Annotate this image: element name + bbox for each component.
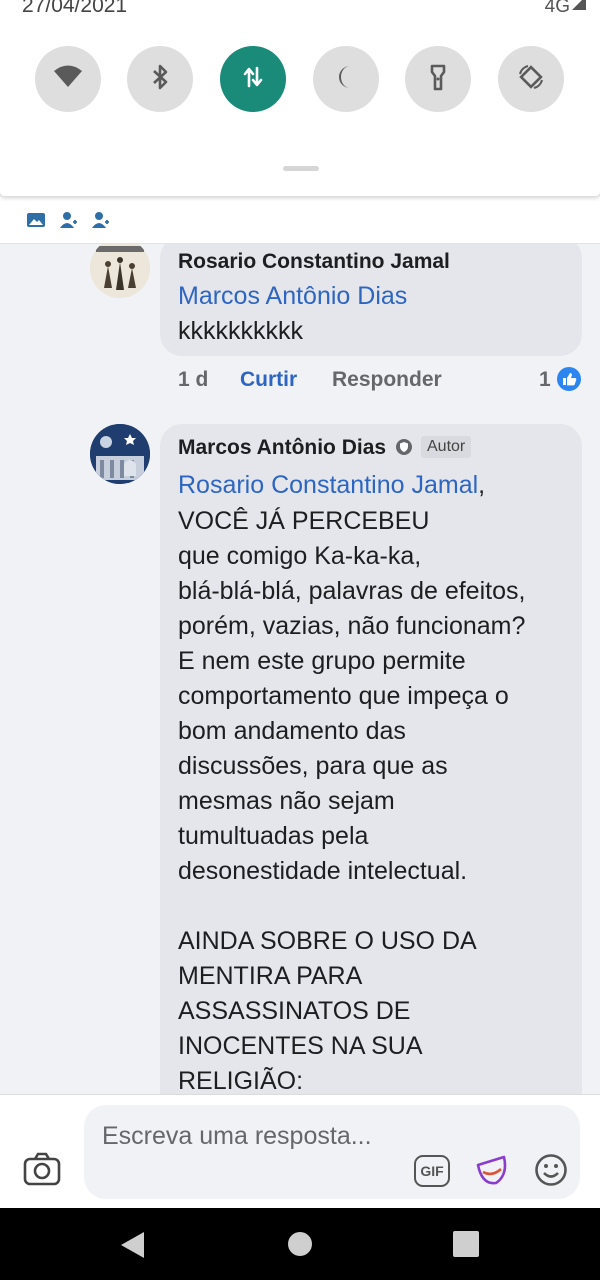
- comment-author[interactable]: Rosario Constantino Jamal: [178, 250, 450, 274]
- comment-mention-line: Rosario Constantino Jamal,: [178, 468, 485, 503]
- camera-icon[interactable]: [22, 1151, 62, 1187]
- tag-person-icon[interactable]: [90, 210, 110, 230]
- auto-rotate-icon: [516, 62, 546, 97]
- author-badge: Autor: [421, 436, 472, 458]
- bluetooth-icon: [145, 62, 175, 97]
- comment-mention[interactable]: Marcos Antônio Dias: [178, 282, 407, 311]
- wifi-icon: [53, 62, 83, 97]
- quick-settings-panel: 27/04/2021 4G: [0, 0, 600, 196]
- comment-author[interactable]: Marcos Antônio Dias: [178, 436, 386, 459]
- auto-rotate-toggle[interactable]: [498, 46, 564, 112]
- reaction-count[interactable]: 1: [539, 368, 551, 392]
- comment-text: kkkkkkkkkk: [178, 317, 303, 345]
- wifi-toggle[interactable]: [35, 46, 101, 112]
- comment-time: 1 d: [178, 368, 209, 391]
- flashlight-icon: [423, 62, 453, 97]
- home-icon[interactable]: [287, 1231, 313, 1257]
- comment-header: Marcos Antônio Dias Autor: [178, 436, 472, 460]
- avatar[interactable]: [90, 238, 150, 298]
- tag-person-icon[interactable]: [58, 210, 78, 230]
- flashlight-toggle[interactable]: [405, 46, 471, 112]
- do-not-disturb-toggle[interactable]: [313, 46, 379, 112]
- sticker-icon[interactable]: [474, 1151, 510, 1189]
- comment-mention[interactable]: Rosario Constantino Jamal: [178, 471, 478, 499]
- like-reaction-icon: [556, 366, 582, 392]
- shade-drag-handle[interactable]: [283, 166, 319, 171]
- comment-text: VOCÊ JÁ PERCEBEU que comigo Ka-ka-ka, bl…: [178, 507, 526, 1095]
- reply-input[interactable]: Escreva uma resposta... GIF: [84, 1105, 580, 1199]
- gif-label: GIF: [420, 1163, 444, 1179]
- network-type: 4G: [544, 0, 570, 17]
- avatar[interactable]: [90, 424, 150, 484]
- reply-placeholder[interactable]: Escreva uma resposta...: [102, 1119, 382, 1153]
- mention-suffix: ,: [478, 471, 486, 499]
- like-button[interactable]: Curtir: [240, 368, 297, 392]
- reply-button[interactable]: Responder: [332, 368, 442, 392]
- photo-icon[interactable]: [26, 210, 46, 230]
- mobile-data-toggle[interactable]: [220, 46, 286, 112]
- status-date: 27/04/2021: [22, 0, 128, 17]
- do-not-disturb-icon: [331, 62, 361, 97]
- screen: Rosario Constantino Jamal Marcos Antônio…: [0, 0, 600, 1280]
- signal-icon: [570, 0, 588, 12]
- gif-button[interactable]: GIF: [414, 1155, 450, 1187]
- bluetooth-toggle[interactable]: [127, 46, 193, 112]
- post-toolbar: [0, 196, 600, 244]
- recents-icon[interactable]: [452, 1230, 480, 1258]
- comment-bubble[interactable]: Rosario Constantino Jamal Marcos Antônio…: [160, 236, 582, 356]
- emoji-icon[interactable]: [534, 1153, 568, 1187]
- back-icon[interactable]: [118, 1230, 148, 1260]
- shield-icon: [395, 438, 413, 456]
- mobile-data-icon: [238, 62, 268, 97]
- comment-bubble[interactable]: Marcos Antônio Dias Autor Rosario Consta…: [160, 424, 582, 1144]
- system-navigation-bar: [0, 1208, 600, 1280]
- reply-composer-bar: Escreva uma resposta... GIF: [0, 1094, 600, 1208]
